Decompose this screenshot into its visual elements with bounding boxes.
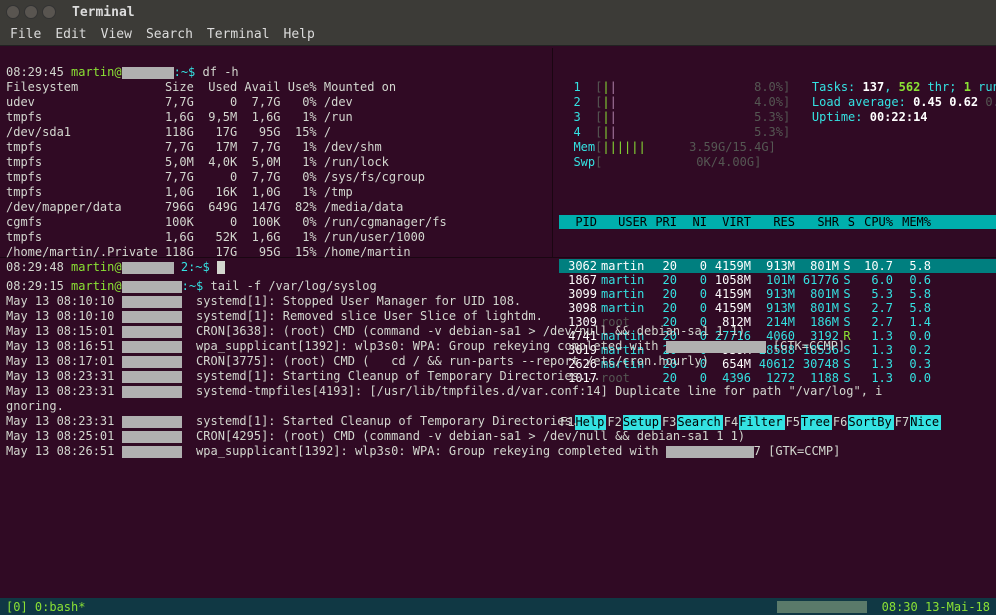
terminal-body[interactable]: 08:29:45 martin@:~$ df -h Filesystem Siz… xyxy=(0,46,996,598)
fkey-f4[interactable]: F4 xyxy=(723,415,739,430)
cpu-meter: 1 [|| 8.0%] Tasks: 137, 562 thr; 1 runn xyxy=(559,80,996,95)
status-left: [0] 0:bash* xyxy=(6,600,85,614)
prompt-line-3: 08:29:15 martin@:~$ tail -f /var/log/sys… xyxy=(6,279,377,293)
htop-col-cpu%[interactable]: CPU% xyxy=(855,215,893,229)
pane-htop[interactable]: 1 [|| 8.0%] Tasks: 137, 562 thr; 1 runn … xyxy=(552,48,996,257)
htop-fkeys: F1HelpF2SetupF3SearchF4FilterF5TreeF6Sor… xyxy=(559,415,996,430)
menu-search[interactable]: Search xyxy=(146,27,193,42)
process-row[interactable]: 1867martin2001058M101M61776S6.00.6 xyxy=(559,273,996,287)
process-row[interactable]: 3099martin2004159M913M801MS5.35.8 xyxy=(559,287,996,301)
htop-col-user[interactable]: USER xyxy=(597,215,647,229)
menu-edit[interactable]: Edit xyxy=(55,27,86,42)
menu-help[interactable]: Help xyxy=(284,27,315,42)
window-title: Terminal xyxy=(72,5,135,20)
df-row: tmpfs 1,6G 9,5M 1,6G 1% /run xyxy=(6,110,353,124)
htop-col-pri[interactable]: PRI xyxy=(647,215,677,229)
df-row: udev 7,7G 0 7,7G 0% /dev xyxy=(6,95,353,109)
close-icon[interactable] xyxy=(6,5,20,19)
cpu-meter: 2 [|| 4.0%] Load average: 0.45 0.62 0.4 xyxy=(559,95,996,110)
process-row[interactable]: 3062martin2004159M913M801MS10.75.8 xyxy=(559,259,996,273)
df-row: /home/martin/.Private 118G 17G 95G 15% /… xyxy=(6,245,411,259)
mem-meter: Mem[|||||| 3.59G/15.4G] xyxy=(559,140,996,155)
tmux-statusbar: [0] 0:bash* 08:30 13-Mai-18 xyxy=(0,598,996,615)
maximize-icon[interactable] xyxy=(42,5,56,19)
df-row: tmpfs 1,0G 16K 1,0G 1% /tmp xyxy=(6,185,353,199)
menu-terminal[interactable]: Terminal xyxy=(207,27,270,42)
df-row: tmpfs 5,0M 4,0K 5,0M 1% /run/lock xyxy=(6,155,389,169)
fkey-f5[interactable]: F5 xyxy=(785,415,801,430)
fkey-label: Filter xyxy=(739,415,784,430)
minimize-icon[interactable] xyxy=(24,5,38,19)
htop-col-shr[interactable]: SHR xyxy=(795,215,839,229)
menu-view[interactable]: View xyxy=(101,27,132,42)
menubar: File Edit View Search Terminal Help xyxy=(0,24,996,46)
cursor-icon xyxy=(217,261,225,274)
htop-col-pid[interactable]: PID xyxy=(559,215,597,229)
fkey-label: SortBy xyxy=(848,415,893,430)
menu-file[interactable]: File xyxy=(10,27,41,42)
prompt-line-1: 08:29:45 martin@:~$ df -h xyxy=(6,65,239,79)
fkey-f3[interactable]: F3 xyxy=(661,415,677,430)
df-row: tmpfs 1,6G 52K 1,6G 1% /run/user/1000 xyxy=(6,230,425,244)
fkey-label: Nice xyxy=(910,415,941,430)
process-row[interactable]: 3098martin2004159M913M801MS2.75.8 xyxy=(559,301,996,315)
df-header: Filesystem Size Used Avail Use% Mounted … xyxy=(6,80,396,94)
df-row: cgmfs 100K 0 100K 0% /run/cgmanager/fs xyxy=(6,215,447,229)
htop-col-virt[interactable]: VIRT xyxy=(707,215,751,229)
fkey-label: Setup xyxy=(623,415,661,430)
df-row: /dev/sda1 118G 17G 95G 15% / xyxy=(6,125,331,139)
prompt-line-2: 08:29:48 martin@ 2:~$ xyxy=(6,260,225,274)
htop-col-s[interactable]: S xyxy=(839,215,855,229)
swp-meter: Swp[ 0K/4.00G] xyxy=(559,155,996,170)
htop-col-ni[interactable]: NI xyxy=(677,215,707,229)
fkey-label: Help xyxy=(575,415,606,430)
fkey-f7[interactable]: F7 xyxy=(894,415,910,430)
terminal-window: Terminal File Edit View Search Terminal … xyxy=(0,0,996,615)
fkey-label: Tree xyxy=(801,415,832,430)
df-row: tmpfs 7,7G 17M 7,7G 1% /dev/shm xyxy=(6,140,382,154)
pane-df[interactable]: 08:29:45 martin@:~$ df -h Filesystem Siz… xyxy=(0,48,552,257)
htop-header: PIDUSERPRINIVIRTRESSHRSCPU%MEM% xyxy=(559,215,996,229)
fkey-label: Search xyxy=(677,415,722,430)
cpu-meter: 3 [|| 5.3%] Uptime: 00:22:14 xyxy=(559,110,996,125)
htop-col-mem%[interactable]: MEM% xyxy=(893,215,931,229)
htop-col-res[interactable]: RES xyxy=(751,215,795,229)
status-right: 08:30 13-Mai-18 xyxy=(882,600,990,614)
fkey-f6[interactable]: F6 xyxy=(832,415,848,430)
cpu-meter: 4 [|| 5.3%] xyxy=(559,125,996,140)
titlebar: Terminal xyxy=(0,0,996,24)
fkey-f2[interactable]: F2 xyxy=(606,415,622,430)
process-row[interactable]: 1017root200439612721188S1.30.0 xyxy=(559,371,996,385)
df-row: /dev/mapper/data 796G 649G 147G 82% /med… xyxy=(6,200,403,214)
df-row: tmpfs 7,7G 0 7,7G 0% /sys/fs/cgroup xyxy=(6,170,425,184)
